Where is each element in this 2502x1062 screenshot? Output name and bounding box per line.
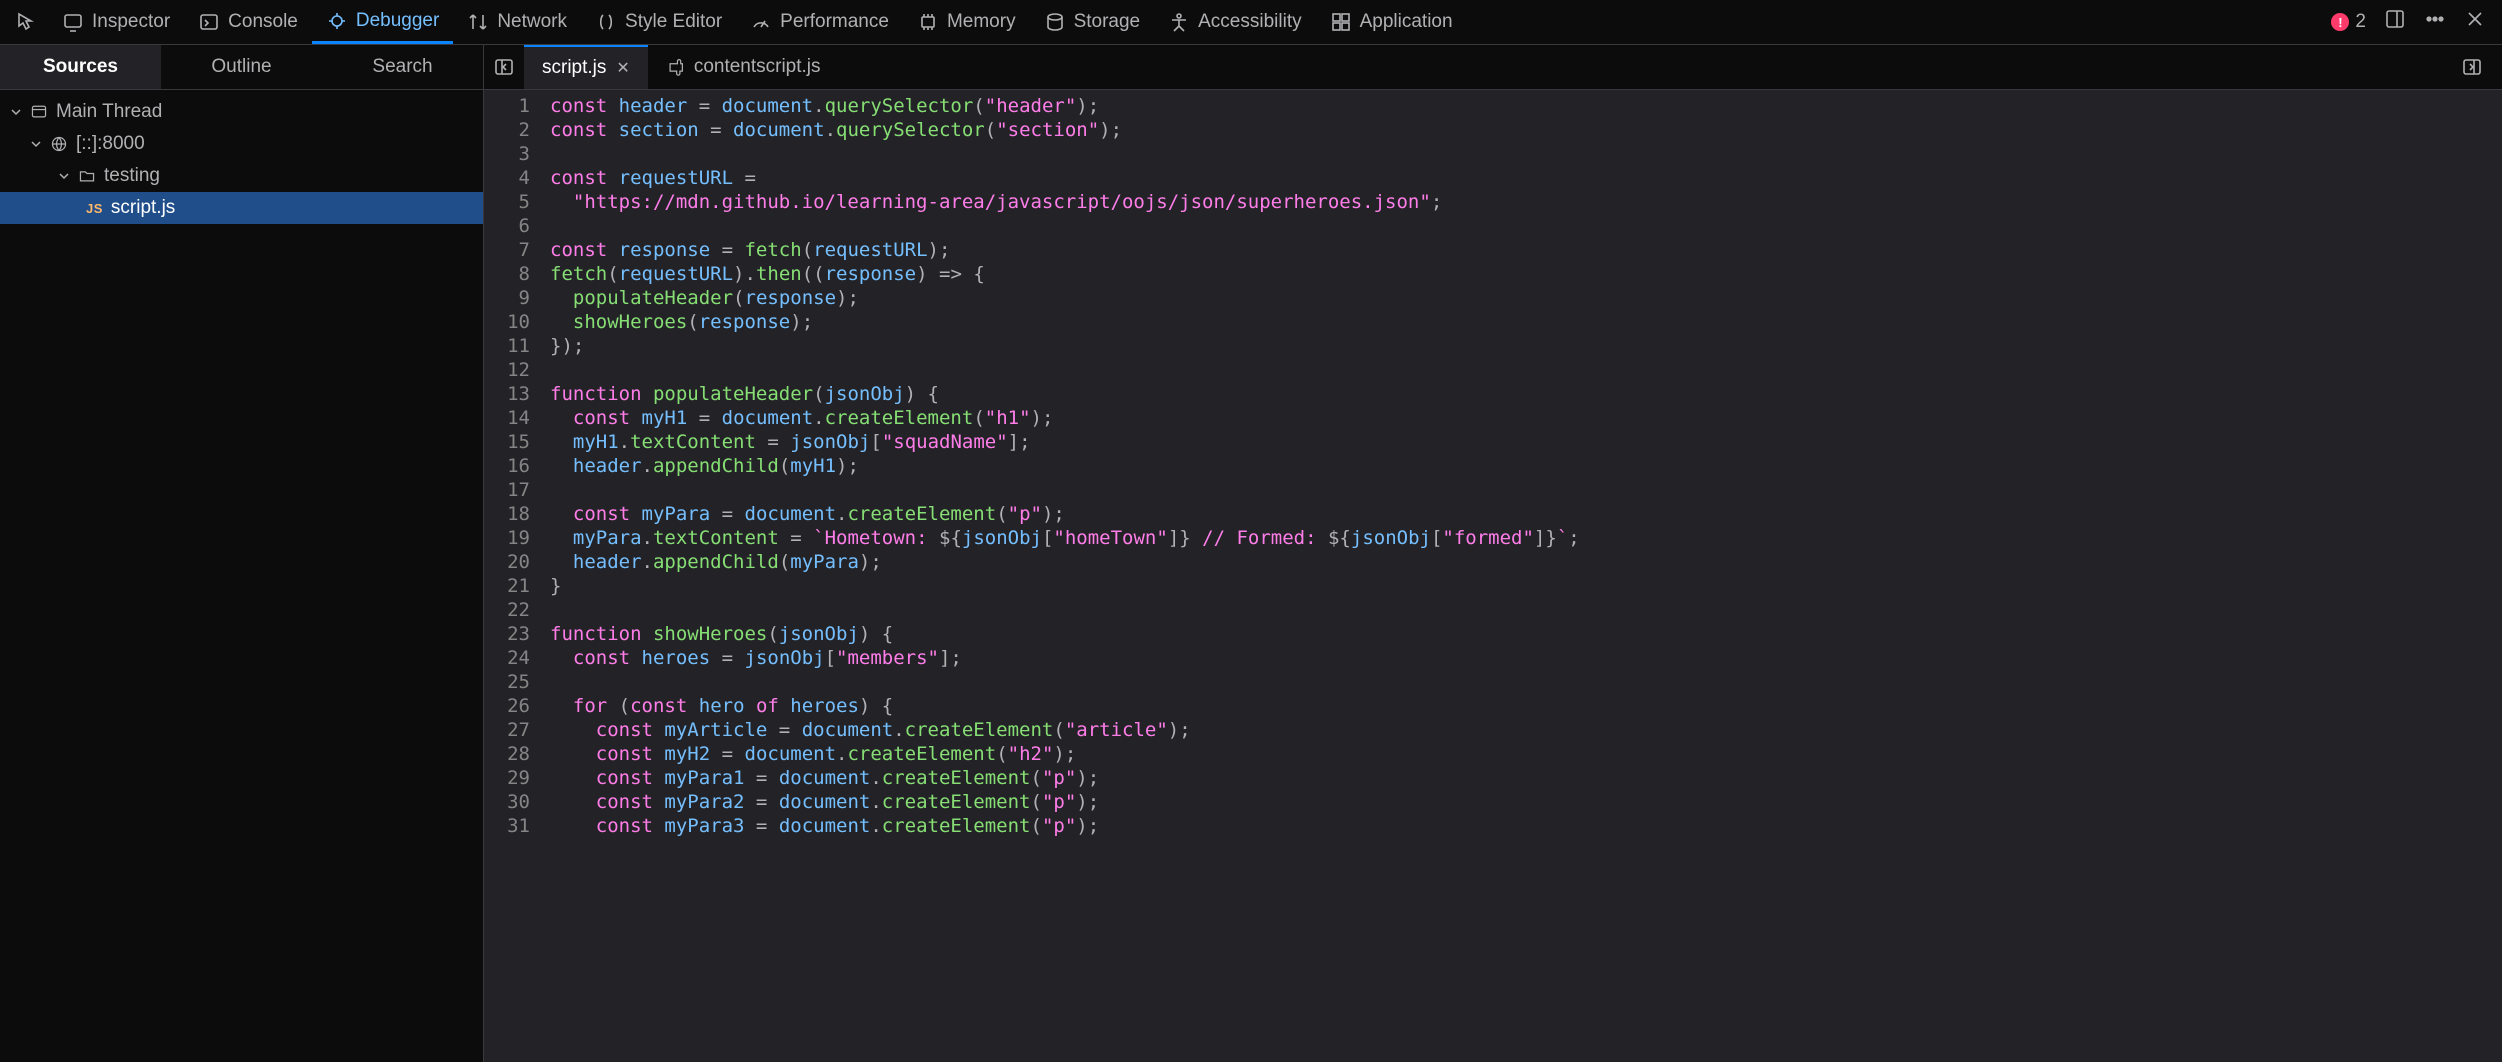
pick-element-icon bbox=[16, 11, 38, 33]
performance-icon bbox=[750, 11, 772, 33]
debugger-icon bbox=[326, 10, 348, 32]
tab-style-editor[interactable]: Style Editor bbox=[581, 0, 736, 44]
tab-memory-label: Memory bbox=[947, 11, 1016, 33]
file-tab-contentscriptjs-label: contentscript.js bbox=[694, 56, 821, 78]
error-count-badge[interactable]: ! 2 bbox=[2331, 11, 2366, 33]
source-editor[interactable]: 1234567891011121314151617181920212223242… bbox=[484, 90, 2502, 1062]
sidebar-tab-search[interactable]: Search bbox=[322, 45, 483, 89]
tree-host-label: [::]:8000 bbox=[76, 133, 145, 155]
inspector-icon bbox=[62, 11, 84, 33]
extension-icon bbox=[666, 58, 684, 76]
tab-accessibility-label: Accessibility bbox=[1198, 11, 1301, 33]
tab-application[interactable]: Application bbox=[1316, 0, 1467, 44]
memory-icon bbox=[917, 11, 939, 33]
dock-icon bbox=[2384, 8, 2406, 30]
sidebar-tab-sources[interactable]: Sources bbox=[0, 45, 161, 89]
toolbar-right: ! 2 bbox=[2331, 8, 2496, 36]
more-button[interactable] bbox=[2424, 8, 2446, 36]
js-badge: JS bbox=[86, 201, 103, 216]
devtools-toolbar: Inspector Console Debugger Network Style… bbox=[0, 0, 2502, 45]
toggle-right-pane-button[interactable] bbox=[2452, 57, 2492, 77]
tree-file-scriptjs-label: script.js bbox=[111, 197, 175, 219]
folder-icon bbox=[78, 167, 96, 185]
pick-element-button[interactable] bbox=[6, 0, 48, 44]
window-icon bbox=[30, 103, 48, 121]
toggle-left-pane-button[interactable] bbox=[484, 45, 524, 89]
pane-right-icon bbox=[2462, 57, 2482, 77]
tab-inspector[interactable]: Inspector bbox=[48, 0, 184, 44]
tab-debugger-label: Debugger bbox=[356, 10, 439, 32]
tree-file-scriptjs[interactable]: JS script.js bbox=[0, 192, 483, 224]
accessibility-icon bbox=[1168, 11, 1190, 33]
close-icon bbox=[2464, 8, 2486, 30]
sources-tree: Main Thread [::]:8000 testing JS script.… bbox=[0, 90, 484, 1062]
close-file-tab-icon[interactable]: ✕ bbox=[616, 58, 629, 78]
file-tab-scriptjs[interactable]: script.js ✕ bbox=[524, 45, 648, 89]
line-number-gutter[interactable]: 1234567891011121314151617181920212223242… bbox=[484, 90, 540, 1062]
console-icon bbox=[198, 11, 220, 33]
tab-console-label: Console bbox=[228, 11, 298, 33]
file-tabs: script.js ✕ contentscript.js bbox=[524, 45, 839, 89]
sidebar-tab-outline[interactable]: Outline bbox=[161, 45, 322, 89]
tab-accessibility[interactable]: Accessibility bbox=[1154, 0, 1315, 44]
tab-style-editor-label: Style Editor bbox=[625, 11, 722, 33]
tab-network-label: Network bbox=[497, 11, 567, 33]
chevron-down-icon bbox=[30, 138, 42, 150]
sidebar-tab-search-label: Search bbox=[372, 56, 432, 78]
debugger-main: Main Thread [::]:8000 testing JS script.… bbox=[0, 90, 2502, 1062]
code-content[interactable]: const header = document.querySelector("h… bbox=[540, 90, 2502, 1062]
tree-main-thread[interactable]: Main Thread bbox=[0, 96, 483, 128]
file-tab-contentscriptjs[interactable]: contentscript.js bbox=[648, 45, 839, 89]
sidebar-tab-outline-label: Outline bbox=[211, 56, 271, 78]
chevron-down-icon bbox=[10, 106, 22, 118]
tree-folder[interactable]: testing bbox=[0, 160, 483, 192]
dock-button[interactable] bbox=[2384, 8, 2406, 36]
tab-application-label: Application bbox=[1360, 11, 1453, 33]
sidebar-tab-sources-label: Sources bbox=[43, 56, 118, 78]
tree-host[interactable]: [::]:8000 bbox=[0, 128, 483, 160]
tab-inspector-label: Inspector bbox=[92, 11, 170, 33]
application-icon bbox=[1330, 11, 1352, 33]
toolbar-left: Inspector Console Debugger Network Style… bbox=[6, 0, 2331, 44]
tab-network[interactable]: Network bbox=[453, 0, 581, 44]
network-icon bbox=[467, 11, 489, 33]
style-editor-icon bbox=[595, 11, 617, 33]
storage-icon bbox=[1044, 11, 1066, 33]
file-tab-scriptjs-label: script.js bbox=[542, 57, 606, 79]
sidebar-tabs: Sources Outline Search bbox=[0, 45, 484, 89]
tab-console[interactable]: Console bbox=[184, 0, 312, 44]
tab-storage[interactable]: Storage bbox=[1030, 0, 1155, 44]
tab-debugger[interactable]: Debugger bbox=[312, 0, 453, 44]
error-count-value: 2 bbox=[2355, 11, 2366, 33]
tab-memory[interactable]: Memory bbox=[903, 0, 1030, 44]
pane-left-icon bbox=[494, 57, 514, 77]
chevron-down-icon bbox=[58, 170, 70, 182]
file-tab-strip: script.js ✕ contentscript.js bbox=[484, 45, 2502, 89]
tab-performance[interactable]: Performance bbox=[736, 0, 903, 44]
tree-folder-label: testing bbox=[104, 165, 160, 187]
more-icon bbox=[2424, 8, 2446, 30]
tab-performance-label: Performance bbox=[780, 11, 889, 33]
debugger-subbar: Sources Outline Search script.js ✕ conte… bbox=[0, 45, 2502, 90]
globe-icon bbox=[50, 135, 68, 153]
tab-storage-label: Storage bbox=[1074, 11, 1141, 33]
tree-main-thread-label: Main Thread bbox=[56, 101, 162, 123]
close-devtools-button[interactable] bbox=[2464, 8, 2486, 36]
error-dot-icon: ! bbox=[2331, 13, 2349, 31]
